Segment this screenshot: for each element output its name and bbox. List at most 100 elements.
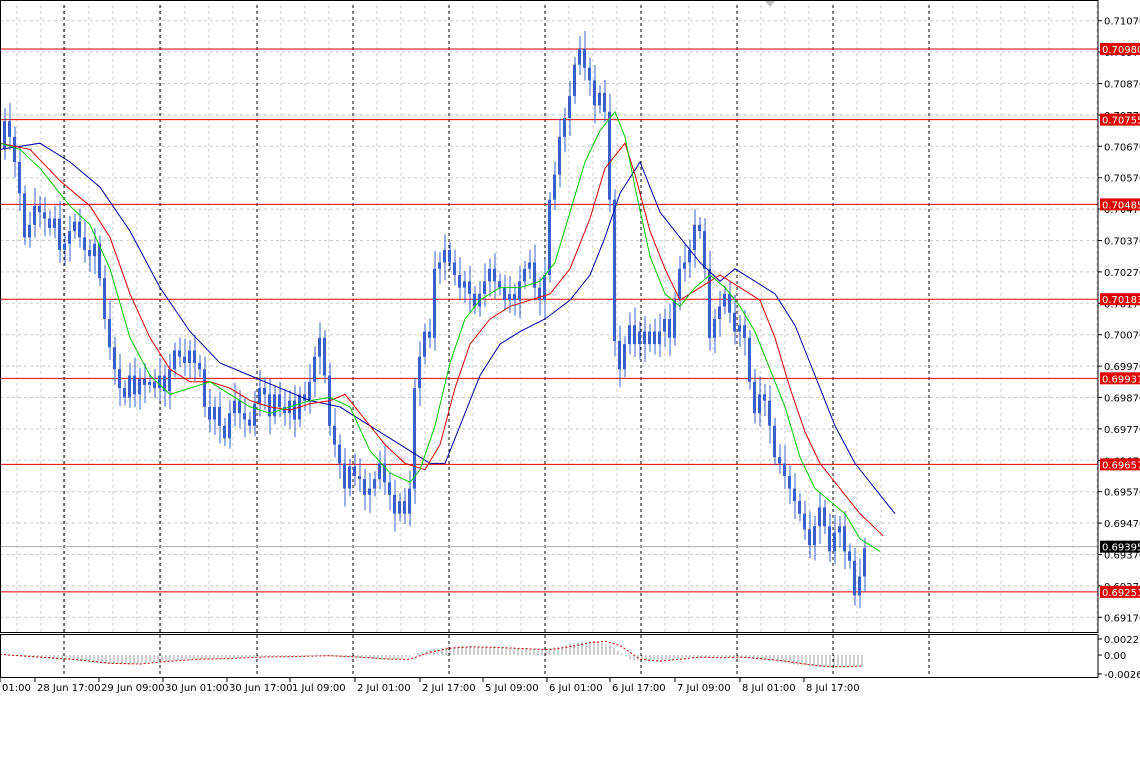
candle-body — [828, 526, 831, 552]
price-pane-border — [0, 0, 1099, 633]
price-tick-label: 0.69870 — [1104, 394, 1140, 405]
candle-body — [598, 92, 601, 106]
candle-body — [333, 425, 336, 445]
candle-body — [768, 400, 771, 426]
candle-body — [83, 237, 86, 250]
candle-body — [733, 312, 736, 332]
candle-body — [323, 337, 326, 376]
candle-body — [108, 319, 111, 348]
candle-body — [538, 287, 541, 301]
candle-body — [178, 350, 181, 357]
indicator-pane-border — [0, 634, 1099, 678]
candle-body — [493, 268, 496, 282]
candle-body — [813, 526, 816, 546]
candle-body — [473, 293, 476, 307]
candle-body — [563, 118, 566, 137]
level-price-label: 0.70755 — [1102, 116, 1140, 127]
candle-body — [363, 479, 366, 495]
time-tick-label: 5 Jul 09:00 — [485, 683, 539, 694]
candle-body — [433, 268, 436, 338]
candle-body — [48, 218, 51, 228]
price-tick-label: 0.70670 — [1104, 142, 1140, 153]
candle-body — [568, 96, 571, 119]
candle-body — [293, 400, 296, 420]
candle-body — [528, 262, 531, 269]
candle-body — [248, 419, 251, 426]
candle-body — [708, 268, 711, 338]
current-price-label: 0.69395 — [1102, 543, 1140, 554]
candle-body — [188, 350, 191, 363]
time-tick-label: 2 Jul 17:00 — [422, 683, 476, 694]
candle-body — [463, 281, 466, 288]
level-price-label: 0.70980 — [1102, 45, 1140, 56]
candle-body — [778, 457, 781, 464]
candle-body — [233, 400, 236, 414]
candle-body — [583, 48, 586, 68]
trading-terminal: 0.710700.709700.708700.707700.706700.705… — [0, 0, 1140, 758]
candle-body — [558, 136, 561, 175]
candle-body — [238, 400, 241, 414]
candle-body — [783, 463, 786, 476]
candle-body — [673, 300, 676, 338]
price-tick-label: 0.70270 — [1104, 268, 1140, 279]
candle-body — [93, 243, 96, 257]
price-tick-label: 0.70370 — [1104, 237, 1140, 248]
candle-body — [738, 325, 741, 332]
candle-body — [343, 463, 346, 489]
time-tick-label: 8 Jul 01:00 — [742, 683, 796, 694]
candle-body — [718, 306, 721, 319]
candle-body — [693, 224, 696, 250]
candle-body — [398, 501, 401, 514]
candle-body — [443, 249, 446, 263]
candle-body — [103, 278, 106, 319]
candle-body — [723, 293, 726, 307]
candle-body — [278, 394, 281, 407]
candle-body — [13, 136, 16, 162]
candle-body — [18, 162, 21, 194]
candle-body — [703, 231, 706, 269]
time-tick-label: 28 Jun 17:00 — [37, 683, 101, 694]
candle-body — [753, 381, 756, 414]
candle-body — [838, 526, 841, 533]
time-tick-label: 6 Jul 01:00 — [549, 683, 603, 694]
candle-body — [273, 394, 276, 417]
candle-body — [28, 224, 31, 238]
price-tick-label: 0.70870 — [1104, 80, 1140, 91]
candle-body — [438, 262, 441, 269]
price-tick-label: 0.69970 — [1104, 362, 1140, 373]
candle-body — [173, 350, 176, 370]
candle-body — [143, 378, 146, 385]
time-tick-label: 30 Jun 01:00 — [165, 683, 229, 694]
candle-body — [223, 425, 226, 439]
candle-body — [33, 205, 36, 225]
candle-body — [378, 463, 381, 480]
candle-body — [213, 406, 216, 420]
candle-body — [413, 388, 416, 489]
candle-body — [698, 224, 701, 232]
candle-body — [198, 362, 201, 370]
candle-body — [578, 48, 581, 65]
chart-shift-marker[interactable] — [765, 1, 775, 7]
candle-body — [808, 529, 811, 546]
candle-body — [338, 444, 341, 464]
candle-body — [263, 388, 266, 395]
candle-body — [513, 293, 516, 301]
candle-body — [663, 319, 666, 332]
candle-body — [858, 576, 861, 596]
candle-body — [548, 199, 551, 276]
candle-body — [453, 262, 456, 276]
candle-body — [498, 281, 501, 288]
candle-body — [58, 218, 61, 250]
candle-body — [63, 243, 66, 250]
candle-body — [588, 67, 591, 81]
candle-body — [683, 262, 686, 269]
price-chart[interactable]: 0.710700.709700.708700.707700.706700.705… — [0, 0, 1140, 758]
time-tick-label: 2 Jul 01:00 — [357, 683, 411, 694]
candle-body — [803, 513, 806, 530]
candle-body — [53, 218, 56, 228]
candle-body — [38, 205, 41, 213]
candle-body — [728, 293, 731, 313]
candle-body — [388, 482, 391, 495]
candle-body — [228, 413, 231, 439]
candle-body — [358, 476, 361, 480]
